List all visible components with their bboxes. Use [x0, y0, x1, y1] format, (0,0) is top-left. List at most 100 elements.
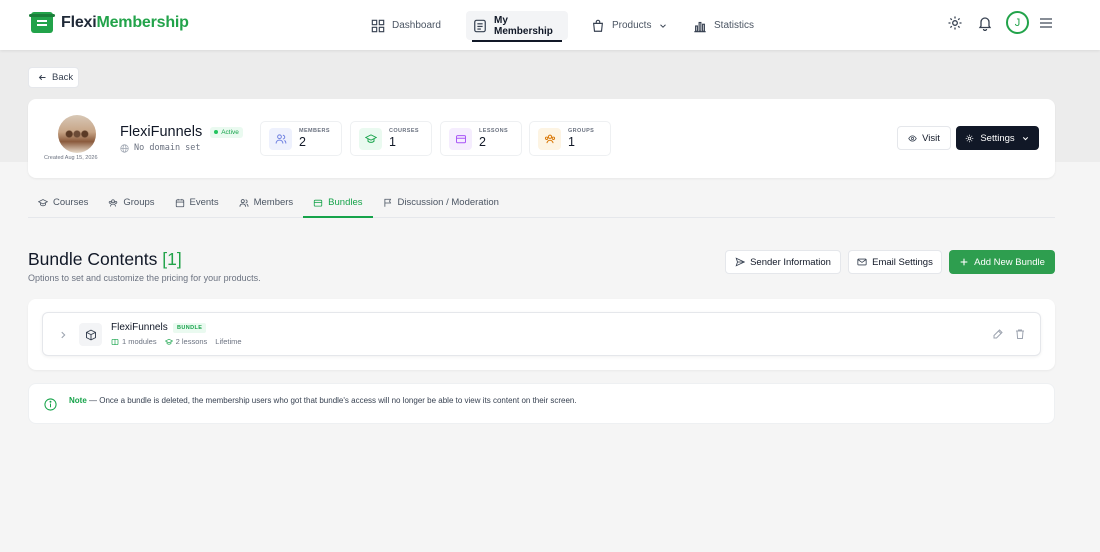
membership-header-card: Created Aug 15, 2026 FlexiFunnels Active…	[28, 99, 1055, 178]
membership-name: FlexiFunnels	[120, 124, 203, 140]
chevron-down-icon	[1022, 136, 1028, 140]
graduation-cap-icon	[359, 127, 382, 150]
globe-icon	[120, 143, 129, 153]
calendar-icon	[175, 198, 184, 207]
mail-icon	[857, 258, 867, 266]
add-new-bundle-button[interactable]: Add New Bundle	[949, 250, 1055, 274]
visit-label: Visit	[922, 132, 940, 144]
dashboard-icon	[371, 19, 385, 33]
avatar-initial: J	[1014, 16, 1021, 29]
info-icon	[44, 398, 57, 411]
bundle-name: FlexiFunnels	[111, 322, 168, 333]
email-settings-label: Email Settings	[872, 256, 933, 268]
tab-events-label: Events	[189, 197, 219, 208]
created-date: Created Aug 15, 2026	[44, 155, 98, 161]
bundle-meta: 1 modules 2 lessons Lifetime	[111, 337, 242, 346]
note-label: Note	[69, 396, 87, 405]
tab-events[interactable]: Events	[165, 188, 229, 217]
sender-information-button[interactable]: Sender Information	[725, 250, 841, 274]
tab-discussion[interactable]: Discussion / Moderation	[373, 188, 509, 217]
eye-icon	[908, 134, 917, 142]
visit-button[interactable]: Visit	[897, 126, 951, 150]
back-button[interactable]: Back	[28, 67, 79, 88]
stat-lessons-value: 2	[479, 135, 486, 149]
chevron-right-icon[interactable]	[58, 329, 68, 339]
package-icon	[79, 323, 102, 346]
note-text: Note — Once a bundle is deleted, the mem…	[69, 396, 577, 405]
bundle-list: FlexiFunnels BUNDLE 1 modules 2 lessons …	[28, 299, 1055, 370]
bundle-icon	[314, 199, 323, 207]
send-icon	[735, 257, 746, 267]
add-new-bundle-label: Add New Bundle	[974, 256, 1045, 268]
top-nav: FlexiMembership Dashboard My Membership …	[0, 0, 1100, 50]
edit-icon[interactable]	[992, 328, 1004, 340]
tab-bundles-label: Bundles	[328, 197, 363, 208]
arrow-left-icon	[38, 74, 46, 81]
section-title: Bundle Contents [1]	[28, 249, 182, 270]
avatar[interactable]: J	[1006, 11, 1029, 34]
chart-icon	[693, 19, 707, 33]
stat-courses-label: Courses	[389, 128, 419, 134]
tab-groups[interactable]: Groups	[98, 188, 164, 217]
email-settings-button[interactable]: Email Settings	[848, 250, 942, 274]
back-label: Back	[52, 72, 74, 83]
book-icon	[449, 127, 472, 150]
bundle-badge: BUNDLE	[173, 323, 207, 333]
graduation-cap-icon	[164, 338, 173, 345]
nav-statistics[interactable]: Statistics	[686, 11, 761, 40]
settings-label: Settings	[980, 132, 1015, 144]
brand-name: FlexiMembership	[61, 13, 189, 31]
brand-logo[interactable]: FlexiMembership	[29, 12, 189, 33]
membership-thumbnail	[58, 115, 96, 153]
stat-groups-label: Groups	[568, 128, 595, 134]
flag-icon	[383, 198, 391, 207]
chevron-down-icon	[658, 19, 668, 33]
status-badge: Active	[210, 126, 243, 138]
modules-icon	[111, 338, 119, 345]
tab-courses[interactable]: Courses	[28, 188, 98, 217]
tab-members-label: Members	[253, 197, 294, 208]
tab-groups-label: Groups	[123, 197, 155, 208]
bundle-lessons: 2 lessons	[175, 337, 208, 346]
stat-groups-value: 1	[568, 135, 575, 149]
tab-members[interactable]: Members	[229, 188, 304, 217]
stat-members-label: Members	[299, 128, 330, 134]
note-body: — Once a bundle is deleted, the membersh…	[86, 396, 577, 405]
trash-icon[interactable]	[1014, 328, 1026, 340]
stat-courses-value: 1	[389, 135, 396, 149]
nav-my-membership[interactable]: My Membership	[466, 11, 568, 42]
users-icon	[269, 127, 292, 150]
nav-dashboard[interactable]: Dashboard	[364, 11, 448, 40]
stat-groups: Groups 1	[529, 121, 611, 156]
logo-icon	[29, 12, 55, 33]
bag-icon	[591, 19, 605, 33]
users-icon	[239, 198, 249, 207]
tab-bundles[interactable]: Bundles	[303, 188, 373, 218]
delete-note: Note — Once a bundle is deleted, the mem…	[28, 383, 1055, 424]
nav-my-membership-label: My Membership	[494, 14, 553, 37]
domain-text: No domain set	[134, 143, 201, 153]
section-title-text: Bundle Contents	[28, 249, 158, 269]
content-tabs: Courses Groups Events Members Bundles Di…	[28, 188, 1055, 218]
stat-courses: Courses 1	[350, 121, 432, 156]
list-item[interactable]: FlexiFunnels BUNDLE 1 modules 2 lessons …	[42, 312, 1041, 356]
bell-icon[interactable]	[976, 14, 994, 32]
nav-products-label: Products	[612, 20, 652, 31]
nav-statistics-label: Statistics	[714, 20, 755, 31]
menu-icon[interactable]	[1040, 17, 1052, 29]
section-count: [1]	[162, 249, 182, 269]
nav-dashboard-label: Dashboard	[392, 20, 441, 31]
stat-members-value: 2	[299, 135, 306, 149]
settings-dropdown-button[interactable]: Settings	[956, 126, 1039, 150]
nav-products[interactable]: Products	[584, 11, 675, 40]
gear-icon	[966, 134, 974, 142]
stat-members: Members 2	[260, 121, 342, 156]
groups-icon	[109, 198, 118, 206]
tab-courses-label: Courses	[53, 197, 89, 208]
domain-info: No domain set	[120, 143, 201, 153]
membership-icon	[473, 19, 487, 33]
stat-lessons-label: Lessons	[479, 128, 509, 134]
section-subtitle: Options to set and customize the pricing…	[28, 273, 261, 283]
sender-information-label: Sender Information	[750, 256, 831, 268]
gear-icon[interactable]	[946, 14, 964, 32]
